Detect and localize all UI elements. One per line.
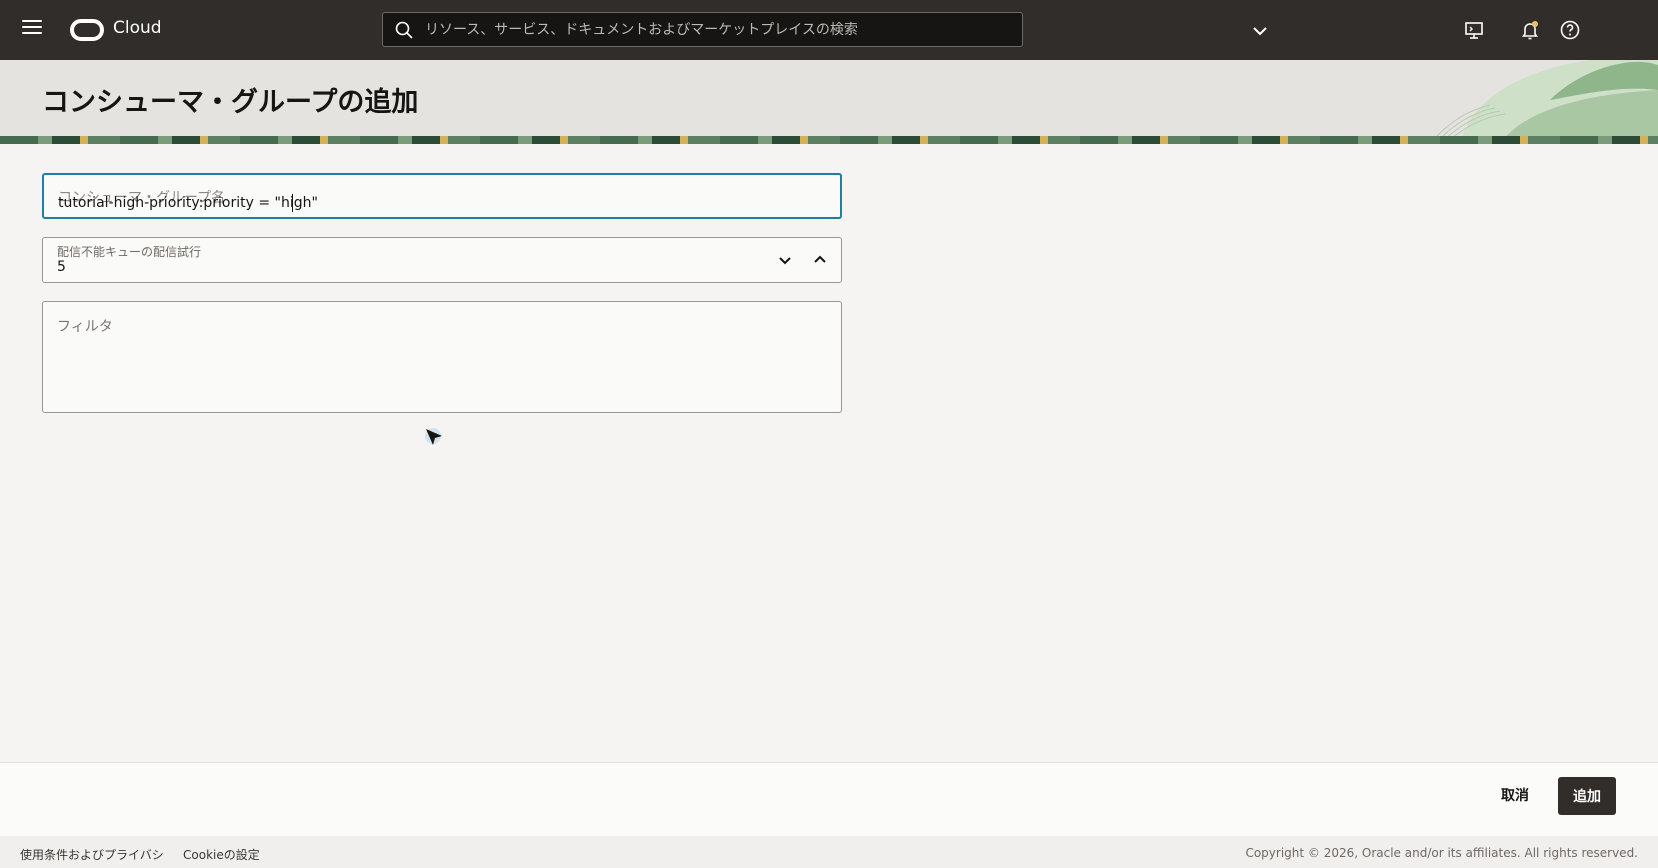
- decrement-chevron-down-icon[interactable]: [775, 250, 795, 270]
- help-icon[interactable]: [1559, 19, 1581, 41]
- logo-text[interactable]: Cloud: [113, 18, 162, 38]
- chevron-down-icon[interactable]: [1251, 22, 1269, 40]
- navigation-menu-icon[interactable]: [22, 20, 42, 40]
- page-header-banner: コンシューマ・グループの追加: [0, 60, 1658, 144]
- consumer-group-name-field[interactable]: コンシューマ・グループ名 tutorial-high-priority:prio…: [42, 173, 842, 219]
- consumer-group-name-value[interactable]: tutorial-high-priority:priority = "high": [58, 195, 318, 211]
- copyright-text: Copyright © 2026, Oracle and/or its affi…: [1245, 846, 1638, 860]
- mouse-cursor-icon: [425, 428, 442, 445]
- decorative-leaf-art: [1430, 60, 1658, 144]
- cookie-settings-link[interactable]: Cookieの設定: [183, 846, 260, 863]
- cloud-shell-icon[interactable]: [1463, 19, 1485, 41]
- notification-bell-icon[interactable]: [1519, 19, 1541, 41]
- terms-privacy-link[interactable]: 使用条件およびプライバシ: [20, 846, 164, 863]
- cancel-button[interactable]: 取消: [1490, 777, 1540, 813]
- page-title: コンシューマ・グループの追加: [42, 87, 419, 118]
- dlq-delivery-attempts-value[interactable]: 5: [57, 259, 66, 275]
- increment-chevron-up-icon[interactable]: [810, 250, 830, 270]
- search-bar[interactable]: [382, 12, 1023, 47]
- decorative-strip: [0, 136, 1658, 144]
- filter-textarea[interactable]: フィルタ: [42, 301, 842, 413]
- legal-footer: 使用条件およびプライバシ Cookieの設定 Copyright © 2026,…: [0, 836, 1658, 868]
- add-button[interactable]: 追加: [1558, 777, 1616, 815]
- form-action-bar: 取消 追加: [0, 762, 1658, 836]
- dlq-delivery-attempts-stepper[interactable]: 配信不能キューの配信試行 5: [42, 237, 842, 283]
- search-icon: [395, 21, 413, 39]
- top-navigation-bar: Cloud: [0, 0, 1658, 60]
- dlq-delivery-attempts-label: 配信不能キューの配信試行: [57, 245, 202, 259]
- search-input[interactable]: [425, 13, 1015, 46]
- oracle-logo-icon[interactable]: [70, 19, 104, 41]
- text-caret: [292, 194, 293, 212]
- filter-label: フィルタ: [57, 319, 113, 335]
